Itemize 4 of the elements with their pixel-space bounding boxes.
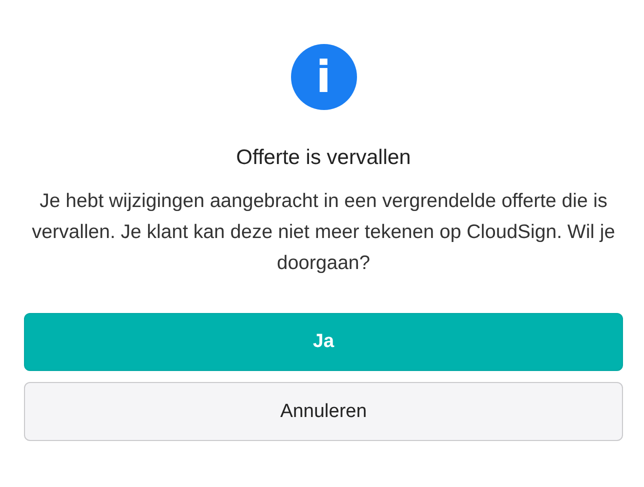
info-icon: i (290, 44, 356, 110)
dialog-message: Je hebt wijzigingen aangebracht in een vergrendelde offerte die is vervallen. Je klant kan deze niet meer tekenen op CloudSign. Wil je doorgaan? (30, 189, 616, 276)
cancel-button[interactable]: Annuleren (24, 382, 623, 441)
dialog-title: Offerte is vervallen (236, 146, 411, 170)
